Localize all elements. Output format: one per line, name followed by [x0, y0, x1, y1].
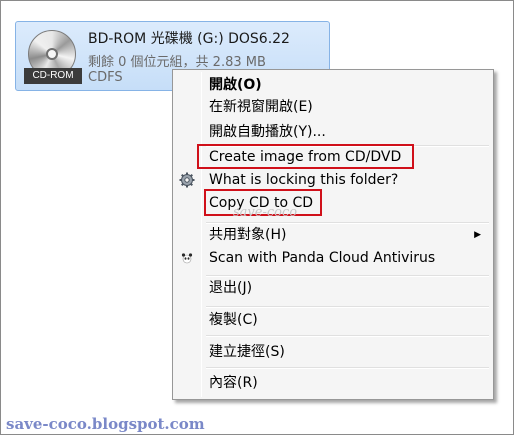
drive-title: BD-ROM 光碟機 (G:) DOS6.22 — [88, 31, 290, 47]
context-menu: 開啟(O) 在新視窗開啟(E) 開啟自動播放(Y)... Create imag… — [172, 69, 494, 400]
menu-separator — [206, 335, 489, 337]
window-frame: CD-ROM BD-ROM 光碟機 (G:) DOS6.22 剩餘 0 個位元組… — [0, 0, 514, 435]
disc-hole — [46, 48, 58, 60]
menu-item-share-with[interactable]: 共用對象(H) ▶ — [175, 224, 491, 246]
menu-item-label: 建立捷徑(S) — [209, 344, 285, 360]
menu-item-label: What is locking this folder? — [209, 172, 399, 188]
menu-item-panda-scan[interactable]: Scan with Panda Cloud Antivirus — [175, 247, 491, 269]
menu-item-label: 複製(C) — [209, 312, 258, 328]
menu-item-eject[interactable]: 退出(J) — [175, 277, 491, 299]
menu-item-create-shortcut[interactable]: 建立捷徑(S) — [175, 341, 491, 363]
watermark-bottom: save-coco.blogspot.com — [6, 415, 205, 433]
highlight-box-create-image — [197, 144, 414, 169]
menu-item-label: 在新視窗開啟(E) — [209, 99, 313, 115]
gear-icon — [179, 172, 195, 188]
menu-item-open-autoplay[interactable]: 開啟自動播放(Y)... — [175, 121, 491, 143]
submenu-arrow-icon: ▶ — [474, 230, 481, 240]
drive-free-space: 剩餘 0 個位元組，共 2.83 MB — [88, 55, 266, 70]
menu-item-label: 開啟(O) — [209, 77, 262, 93]
menu-item-label: Scan with Panda Cloud Antivirus — [209, 250, 436, 266]
menu-separator — [206, 306, 489, 308]
menu-item-properties[interactable]: 內容(R) — [175, 372, 491, 394]
drive-icon-label: CD-ROM — [24, 68, 82, 84]
cd-rom-drive-icon: CD-ROM — [24, 28, 82, 86]
menu-item-copy[interactable]: 複製(C) — [175, 309, 491, 331]
menu-item-label: 開啟自動播放(Y)... — [209, 124, 326, 140]
menu-item-label: 內容(R) — [209, 375, 258, 391]
menu-item-open-new-window[interactable]: 在新視窗開啟(E) — [175, 96, 491, 118]
menu-item-label: 共用對象(H) — [209, 227, 287, 243]
menu-item-open[interactable]: 開啟(O) — [175, 74, 491, 96]
menu-separator — [206, 367, 489, 369]
drive-filesystem: CDFS — [88, 70, 123, 85]
watermark-mid: save-coco — [233, 205, 298, 220]
menu-item-what-is-locking[interactable]: What is locking this folder? — [175, 169, 491, 191]
panda-icon — [179, 250, 195, 266]
menu-item-label: 退出(J) — [209, 280, 253, 296]
